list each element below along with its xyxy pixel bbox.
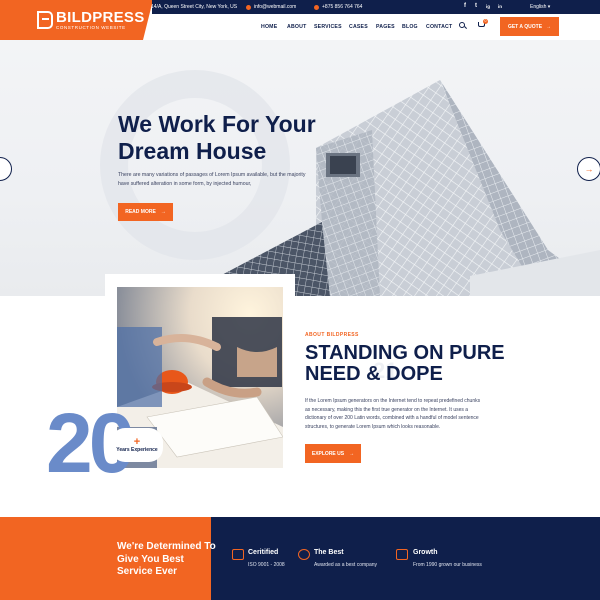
search-icon[interactable] <box>459 22 465 28</box>
page: 14/A, Queen Street City, New York, US in… <box>0 0 600 600</box>
feature-sub-best: Awarded as a best company <box>314 562 378 568</box>
arrow-right-icon: → <box>584 164 594 174</box>
language-select[interactable]: English ▾ <box>530 4 550 10</box>
growth-icon <box>396 549 408 560</box>
phone-item[interactable]: +875 856 764 764 <box>314 4 362 10</box>
about-title-line1: STANDING ON PURE <box>305 342 505 364</box>
instagram-icon[interactable]: ig <box>486 4 490 9</box>
phone-text: +875 856 764 764 <box>322 4 363 10</box>
building-image <box>182 80 600 296</box>
twitter-icon[interactable]: t <box>475 3 477 9</box>
nav-services[interactable]: SERVICES <box>314 24 342 30</box>
arrow-right-icon: → <box>160 209 166 215</box>
get-a-quote-button[interactable]: GET A QUOTE → <box>500 17 559 36</box>
feature-title-best: The Best <box>314 549 344 556</box>
read-more-button[interactable]: READ MORE → <box>118 203 173 221</box>
arrow-right-icon: → <box>546 23 552 30</box>
about-kicker: ABOUT BILDPRESS <box>305 332 359 338</box>
email-item[interactable]: info@webmail.com <box>246 4 296 10</box>
nav-pages[interactable]: PAGES <box>376 24 395 30</box>
plus-icon: + <box>133 436 141 448</box>
phone-icon <box>314 4 319 10</box>
brand-name: BILDPRESS <box>56 9 145 26</box>
nav-home[interactable]: HOME <box>261 24 277 30</box>
about-title: STANDING ON PURE NEED & DOPE <box>305 343 505 385</box>
address-item: 14/A, Queen Street City, New York, US <box>143 4 237 10</box>
mail-icon <box>246 4 251 10</box>
logo-b-icon <box>37 11 53 29</box>
address-text: 14/A, Queen Street City, New York, US <box>151 4 238 10</box>
nav-blog[interactable]: BLOG <box>402 24 418 30</box>
explore-us-button[interactable]: EXPLORE US → <box>305 444 361 463</box>
read-more-label: READ MORE <box>125 209 156 215</box>
hero-section: We Work For Your Dream House There are ma… <box>0 40 600 296</box>
facebook-icon[interactable]: f <box>464 3 466 9</box>
feature-title-growth: Growth <box>413 549 438 556</box>
email-text: info@webmail.com <box>254 4 297 10</box>
logo[interactable]: BILDPRESS CONSTRUCTION WEBSITE <box>0 0 152 40</box>
linkedin-icon[interactable]: in <box>498 4 502 9</box>
about-description: If the Lorem Ipsum generators on the Int… <box>305 398 481 431</box>
slider-next-button[interactable]: → <box>577 157 600 181</box>
cart-count-badge: 0 <box>483 19 488 24</box>
explore-us-label: EXPLORE US <box>311 450 345 457</box>
nav-about[interactable]: ABOUT <box>287 24 306 30</box>
band-title: We're Determined To Give You Best Servic… <box>117 541 216 577</box>
experience-badge: + Years Experience <box>111 428 163 462</box>
certificate-icon <box>232 549 244 560</box>
quote-button-label: GET A QUOTE <box>507 23 543 30</box>
experience-label: Years Experience <box>116 447 158 453</box>
nav-contact[interactable]: CONTACT <box>426 24 452 30</box>
about-title-line2: NEED & DOPE <box>305 363 443 385</box>
arrow-right-icon: → <box>349 450 355 457</box>
nav-cases[interactable]: CASES <box>349 24 368 30</box>
hero-title-line2: Dream House <box>118 138 267 164</box>
feature-sub-growth: From 1990 grown our business <box>413 562 482 568</box>
hero-title-line1: We Work For Your <box>118 111 316 137</box>
hero-description: There are many variations of passages of… <box>118 172 306 187</box>
feature-title-certified: Ceritified <box>248 549 279 556</box>
award-icon <box>298 549 310 560</box>
feature-sub-certified: ISO 9001 - 2008 <box>248 562 285 568</box>
brand-tagline: CONSTRUCTION WEBSITE <box>56 25 126 30</box>
hero-title: We Work For Your Dream House <box>118 111 358 165</box>
